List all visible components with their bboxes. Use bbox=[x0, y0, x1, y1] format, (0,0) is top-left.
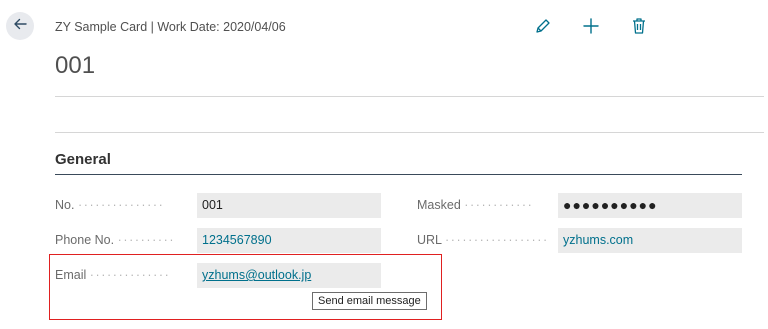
trash-icon bbox=[631, 17, 647, 40]
phone-field[interactable]: 1234567890 bbox=[197, 228, 381, 253]
field-phone: Phone No. ·········· 1234567890 bbox=[55, 228, 381, 253]
action-bar bbox=[527, 16, 671, 40]
no-field[interactable]: 001 bbox=[197, 193, 381, 218]
highlight-box bbox=[49, 254, 442, 320]
field-label-url: URL ·················· bbox=[417, 233, 549, 247]
field-url: URL ·················· yzhums.com bbox=[417, 228, 742, 253]
section-underline bbox=[55, 174, 742, 175]
plus-icon bbox=[582, 17, 600, 40]
field-masked: Masked ············ ●●●●●●●●●● bbox=[417, 193, 742, 218]
arrow-left-icon bbox=[12, 16, 28, 37]
breadcrumb: ZY Sample Card | Work Date: 2020/04/06 bbox=[55, 20, 286, 34]
pencil-icon bbox=[534, 17, 552, 40]
delete-button[interactable] bbox=[623, 16, 655, 40]
new-button[interactable] bbox=[575, 16, 607, 40]
field-no: No. ··············· 001 bbox=[55, 193, 381, 218]
field-label-masked: Masked ············ bbox=[417, 198, 534, 212]
section-divider bbox=[55, 132, 764, 133]
back-button[interactable] bbox=[6, 12, 34, 40]
url-field[interactable]: yzhums.com bbox=[558, 228, 742, 253]
page-title: 001 bbox=[55, 52, 96, 79]
header-divider bbox=[55, 96, 764, 97]
field-label-phone: Phone No. ·········· bbox=[55, 233, 176, 247]
section-title: General bbox=[55, 151, 111, 168]
field-label-no: No. ··············· bbox=[55, 198, 165, 212]
masked-field[interactable]: ●●●●●●●●●● bbox=[558, 193, 742, 218]
edit-button[interactable] bbox=[527, 16, 559, 40]
